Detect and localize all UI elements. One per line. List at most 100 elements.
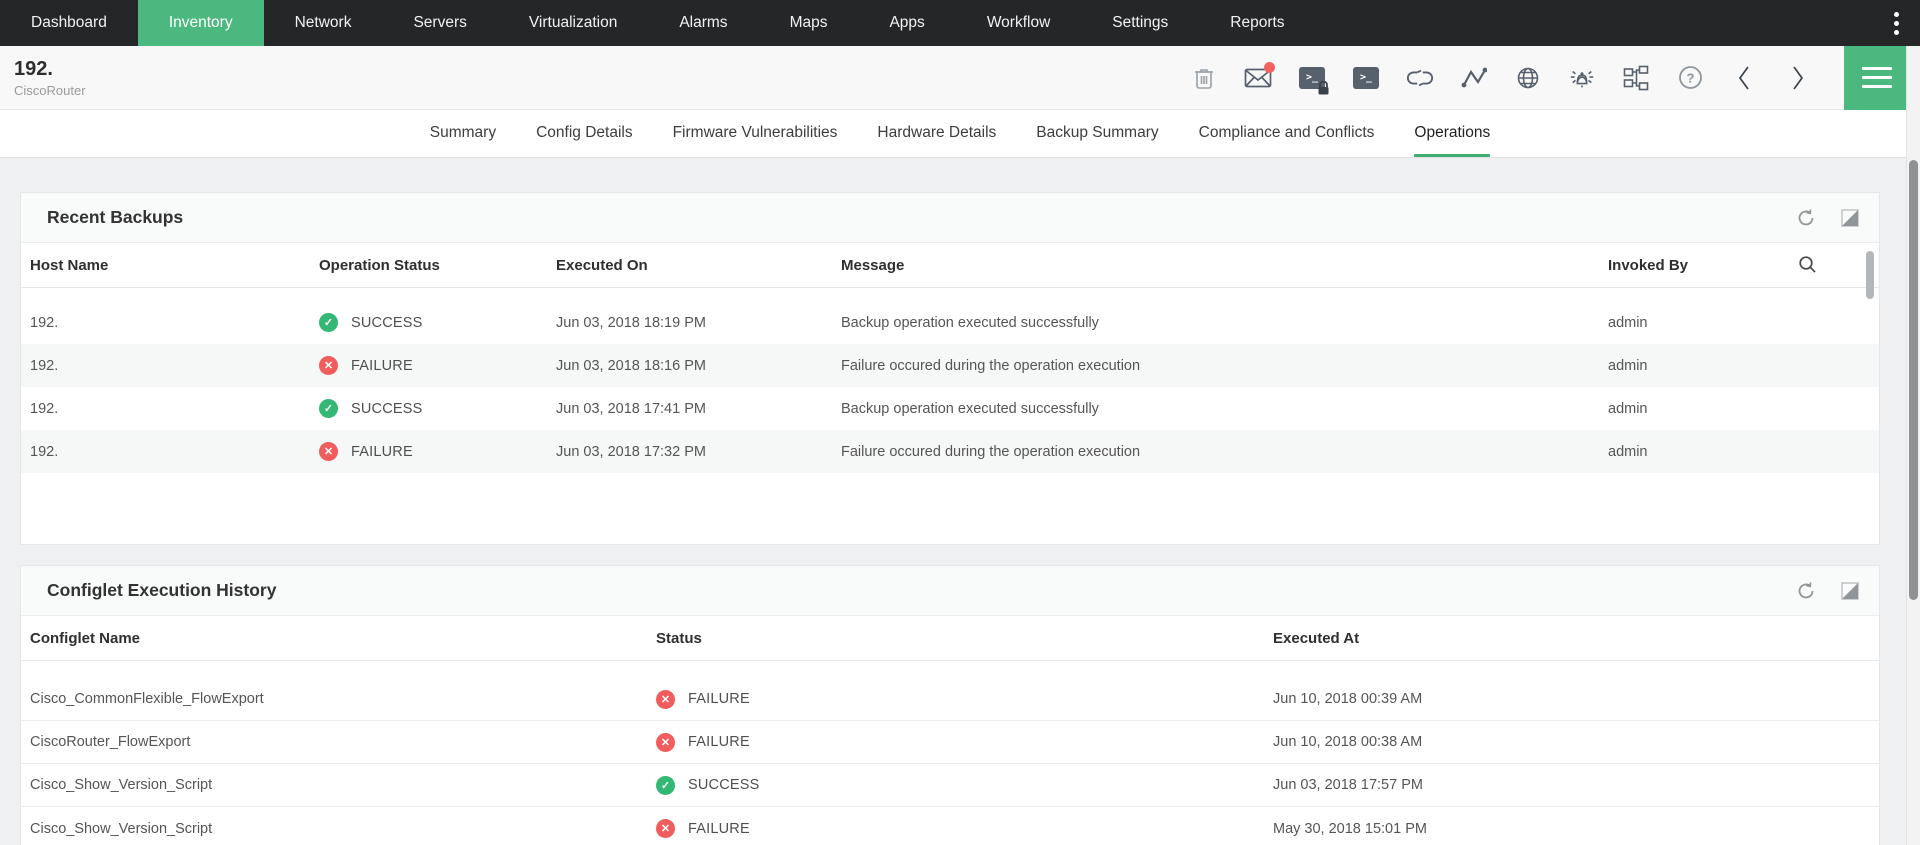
configlet-name: CiscoRouter_FlowExport — [21, 734, 647, 750]
globe-icon[interactable] — [1514, 64, 1542, 92]
previous-device-icon[interactable] — [1730, 64, 1758, 92]
table-row[interactable]: Cisco_Show_Version_Script ✓SUCCESS Jun 0… — [21, 764, 1879, 807]
recent-backups-title: Recent Backups — [47, 207, 183, 228]
nav-item-servers[interactable]: Servers — [382, 0, 497, 46]
nav-item-maps[interactable]: Maps — [759, 0, 859, 46]
menu-hamburger-button[interactable] — [1844, 46, 1910, 110]
nav-item-virtualization[interactable]: Virtualization — [498, 0, 648, 46]
nav-item-apps[interactable]: Apps — [858, 0, 955, 46]
invoked-by: admin — [1599, 444, 1879, 460]
status-label: FAILURE — [688, 734, 750, 750]
table-row[interactable]: Cisco_CommonFlexible_FlowExport ✕FAILURE… — [21, 678, 1879, 721]
failure-icon: ✕ — [656, 733, 675, 752]
invoked-by: admin — [1599, 315, 1879, 331]
nav-item-inventory[interactable]: Inventory — [138, 0, 264, 46]
refresh-icon[interactable] — [1795, 580, 1817, 602]
refresh-icon[interactable] — [1795, 207, 1817, 229]
terminal-lock-icon[interactable]: >_ — [1298, 64, 1326, 92]
page-scrollbar[interactable] — [1906, 46, 1920, 845]
tab-config-details[interactable]: Config Details — [536, 110, 633, 157]
nav-item-reports[interactable]: Reports — [1199, 0, 1315, 46]
page-scrollbar-thumb[interactable] — [1909, 160, 1918, 600]
page: Dashboard Inventory Network Servers Virt… — [0, 0, 1920, 845]
table-row[interactable]: 192. ✕FAILURE Jun 03, 2018 18:16 PM Fail… — [21, 344, 1879, 387]
failure-icon: ✕ — [319, 356, 338, 375]
alarm-bell-icon[interactable] — [1568, 64, 1596, 92]
host-name: 192. — [21, 358, 310, 374]
col-invoked-by: Invoked By — [1599, 257, 1879, 274]
col-operation-status: Operation Status — [310, 257, 547, 274]
device-subtitle: CiscoRouter — [14, 83, 86, 98]
terminal-icon[interactable]: >_ — [1352, 64, 1380, 92]
tab-summary[interactable]: Summary — [430, 110, 496, 157]
configlet-name: Cisco_Show_Version_Script — [21, 821, 647, 837]
nav-item-alarms[interactable]: Alarms — [648, 0, 758, 46]
nav-spacer — [1316, 0, 1872, 46]
tab-hardware-details[interactable]: Hardware Details — [877, 110, 996, 157]
col-executed-on: Executed On — [547, 257, 832, 274]
device-tabs: Summary Config Details Firmware Vulnerab… — [0, 110, 1920, 158]
executed-on: Jun 03, 2018 18:19 PM — [547, 315, 832, 331]
expand-icon[interactable] — [1839, 580, 1861, 602]
configlet-history-title: Configlet Execution History — [47, 580, 276, 601]
status-label: FAILURE — [688, 821, 750, 837]
lock-icon — [1317, 81, 1330, 95]
overflow-menu-icon[interactable] — [1872, 0, 1920, 46]
host-name: 192. — [21, 444, 310, 460]
mail-notification-icon[interactable] — [1244, 64, 1272, 92]
table-scrollbar-thumb[interactable] — [1866, 251, 1874, 299]
mail-unread-dot — [1264, 62, 1275, 73]
configlet-history-panel: Configlet Execution History — [20, 565, 1880, 845]
status-label: SUCCESS — [351, 315, 423, 331]
message: Backup operation executed successfully — [832, 315, 1599, 331]
device-header: 192. CiscoRouter >_ — [0, 46, 1920, 110]
device-title: 192. — [14, 57, 86, 82]
executed-on: Jun 03, 2018 17:41 PM — [547, 401, 832, 417]
status-label: SUCCESS — [351, 401, 423, 417]
col-status: Status — [647, 630, 1264, 647]
executed-at: Jun 10, 2018 00:39 AM — [1264, 691, 1879, 707]
workflow-diagram-icon[interactable] — [1622, 64, 1650, 92]
table-row[interactable]: CiscoRouter_FlowExport ✕ FAILURE Jun 10, … — [21, 721, 1879, 764]
col-host-name: Host Name — [21, 257, 310, 274]
executed-at: Jun 10, 2018 00:38 AM — [1264, 734, 1879, 750]
next-device-icon[interactable] — [1784, 64, 1812, 92]
table-search-icon[interactable] — [1789, 255, 1817, 279]
failure-icon: ✕ — [656, 690, 675, 709]
failure-icon: ✕ — [319, 442, 338, 461]
tab-operations[interactable]: Operations — [1414, 110, 1490, 157]
col-message: Message — [832, 257, 1599, 274]
executed-on: Jun 03, 2018 17:32 PM — [547, 444, 832, 460]
executed-on: Jun 03, 2018 18:16 PM — [547, 358, 832, 374]
help-icon[interactable]: ? — [1676, 64, 1704, 92]
tab-firmware-vulnerabilities[interactable]: Firmware Vulnerabilities — [673, 110, 838, 157]
expand-icon[interactable] — [1839, 207, 1861, 229]
invoked-by: admin — [1599, 358, 1879, 374]
message: Failure occured during the operation exe… — [832, 444, 1599, 460]
table-row[interactable]: 192. ✓SUCCESS Jun 03, 2018 18:19 PM Back… — [21, 301, 1879, 344]
configlet-table-header: Configlet Name Status Executed At — [21, 616, 1879, 661]
configlet-name: Cisco_CommonFlexible_FlowExport — [21, 691, 647, 707]
configlet-history-header: Configlet Execution History — [21, 566, 1879, 616]
line-graph-icon[interactable] — [1460, 64, 1488, 92]
delete-icon[interactable] — [1190, 64, 1218, 92]
host-name: 192. — [21, 401, 310, 417]
nav-item-settings[interactable]: Settings — [1081, 0, 1199, 46]
failure-icon: ✕ — [656, 819, 675, 838]
table-row[interactable]: 192. ✓SUCCESS Jun 03, 2018 17:41 PM Back… — [21, 387, 1879, 430]
status-label: FAILURE — [351, 444, 413, 460]
tab-compliance-and-conflicts[interactable]: Compliance and Conflicts — [1199, 110, 1375, 157]
tab-backup-summary[interactable]: Backup Summary — [1036, 110, 1158, 157]
nav-item-workflow[interactable]: Workflow — [956, 0, 1081, 46]
status-label: FAILURE — [351, 358, 413, 374]
table-row[interactable]: Cisco_Show_Version_Script ✕FAILURE May 3… — [21, 807, 1879, 845]
recent-backups-table-header: Host Name Operation Status Executed On M… — [21, 243, 1879, 288]
table-row[interactable]: 192. ✕ FAILURE Jun 03, 2018 17:32 PM Fail… — [21, 430, 1879, 473]
success-icon: ✓ — [319, 313, 338, 332]
nav-item-network[interactable]: Network — [264, 0, 383, 46]
link-chain-icon[interactable] — [1406, 64, 1434, 92]
col-executed-at: Executed At — [1264, 630, 1879, 647]
success-icon: ✓ — [319, 399, 338, 418]
nav-item-dashboard[interactable]: Dashboard — [0, 0, 138, 46]
device-toolbar: >_ >_ — [1190, 46, 1920, 109]
